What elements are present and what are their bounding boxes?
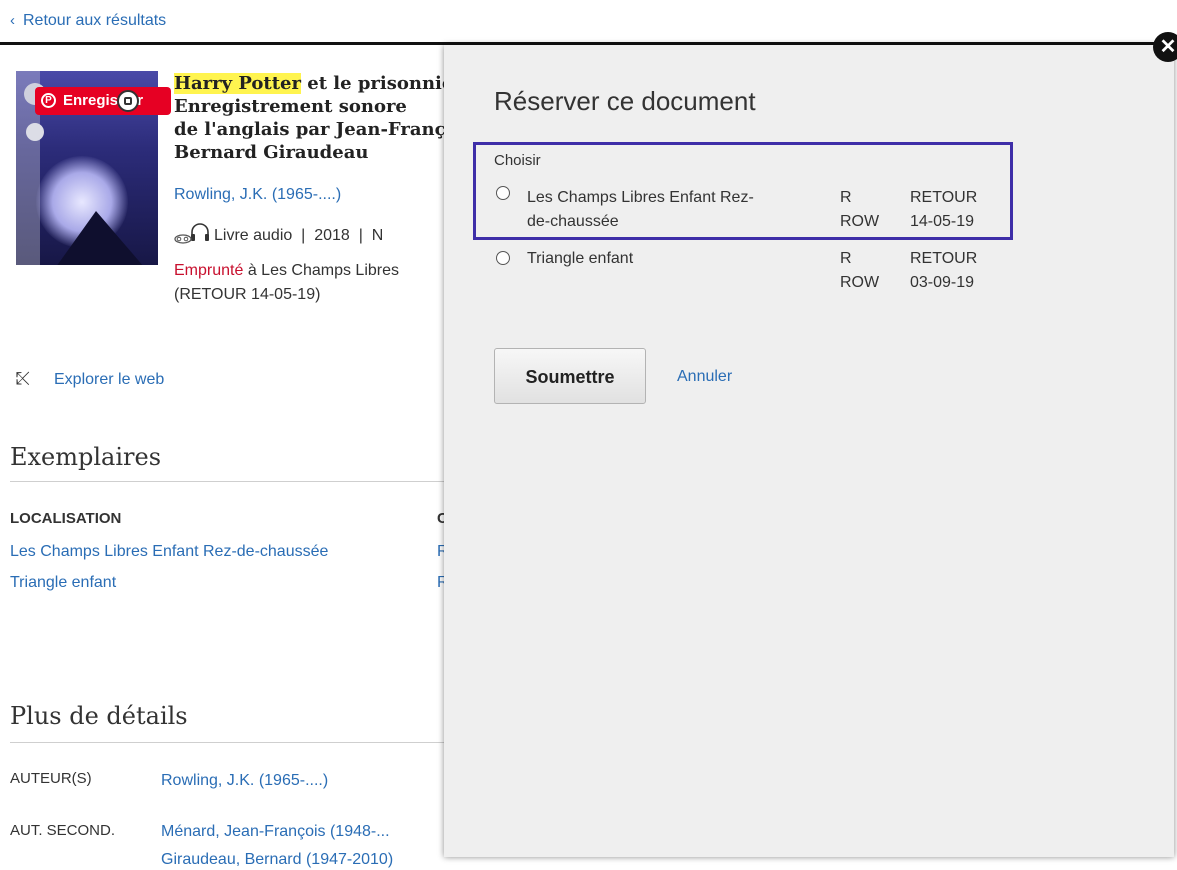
dialog-title: Réserver ce document (494, 86, 756, 116)
details-heading: Plus de détails (10, 702, 188, 730)
status-return-date: (RETOUR 14-05-19) (174, 286, 321, 303)
year-label: 2018 (314, 227, 350, 244)
option-status: RETOUR 03-09-19 (910, 250, 978, 291)
explore-web-icon: ⤪ (16, 368, 31, 388)
cancel-link[interactable]: Annuler (677, 368, 732, 386)
meta-extra: N (371, 227, 384, 244)
chevron-left-icon: ‹ (10, 12, 15, 29)
title-line-4: Bernard Giraudeau (174, 142, 369, 163)
option-status: RETOUR 14-05-19 (910, 189, 978, 230)
visual-search-icon[interactable] (117, 90, 139, 112)
details-authors-label: AUTEUR(S) (10, 770, 92, 787)
details-second-value[interactable]: Giraudeau, Bernard (1947-2010) (161, 851, 393, 869)
explore-label: Explorer le web (54, 371, 165, 388)
copies-heading: Exemplaires (10, 443, 162, 471)
choose-label: Choisir (494, 152, 541, 169)
record-meta: Livre audio | 2018 | N (174, 222, 383, 245)
format-label: Livre audio (214, 227, 293, 244)
option-cote: R ROW (840, 189, 880, 230)
pinterest-save-button[interactable]: P Enregistrer (35, 87, 171, 115)
copy-row-location[interactable]: Les Champs Libres Enfant Rez-de-chaussée (10, 543, 328, 561)
details-second-value[interactable]: Ménard, Jean-François (1948-... (161, 823, 390, 841)
copy-row-location[interactable]: Triangle enfant (10, 574, 116, 592)
title-line-1: et le prisonnier d'Azkaban (307, 73, 449, 94)
title-highlight: Harry Potter (174, 73, 301, 94)
details-second-label: AUT. SECOND. (10, 822, 116, 839)
option-radio[interactable] (496, 186, 510, 200)
option-location[interactable]: Triangle enfant (527, 247, 817, 271)
title-line-3: de l'anglais par Jean-François Ménard (174, 119, 449, 140)
headphones-icon (174, 223, 209, 244)
pinterest-icon: P (41, 93, 56, 108)
option-radio[interactable] (496, 251, 510, 265)
status-word: Emprunté (174, 262, 244, 279)
back-label: Retour aux résultats (23, 12, 167, 29)
copies-col-location: LOCALISATION (10, 510, 122, 527)
record-author-link[interactable]: Rowling, J.K. (1965-....) (174, 186, 341, 204)
copies-divider (10, 481, 445, 482)
explore-web-link[interactable]: ⤪ Explorer le web (16, 368, 164, 389)
details-authors-value[interactable]: Rowling, J.K. (1965-....) (161, 772, 328, 790)
option-location[interactable]: Les Champs Libres Enfant Rez- de-chaussé… (527, 186, 817, 234)
back-to-results-link[interactable]: ‹ Retour aux résultats (10, 12, 166, 30)
close-icon[interactable]: ✕ (1153, 32, 1177, 62)
title-line-2: Enregistrement sonore (174, 96, 407, 117)
option-cote: R ROW (840, 250, 880, 291)
availability-status: Emprunté à Les Champs Libres (RETOUR 14-… (174, 259, 399, 307)
record-title[interactable]: Harry Potter et le prisonnier d'Azkaban … (174, 72, 449, 164)
submit-button[interactable]: Soumettre (494, 348, 646, 404)
details-divider (10, 742, 445, 743)
